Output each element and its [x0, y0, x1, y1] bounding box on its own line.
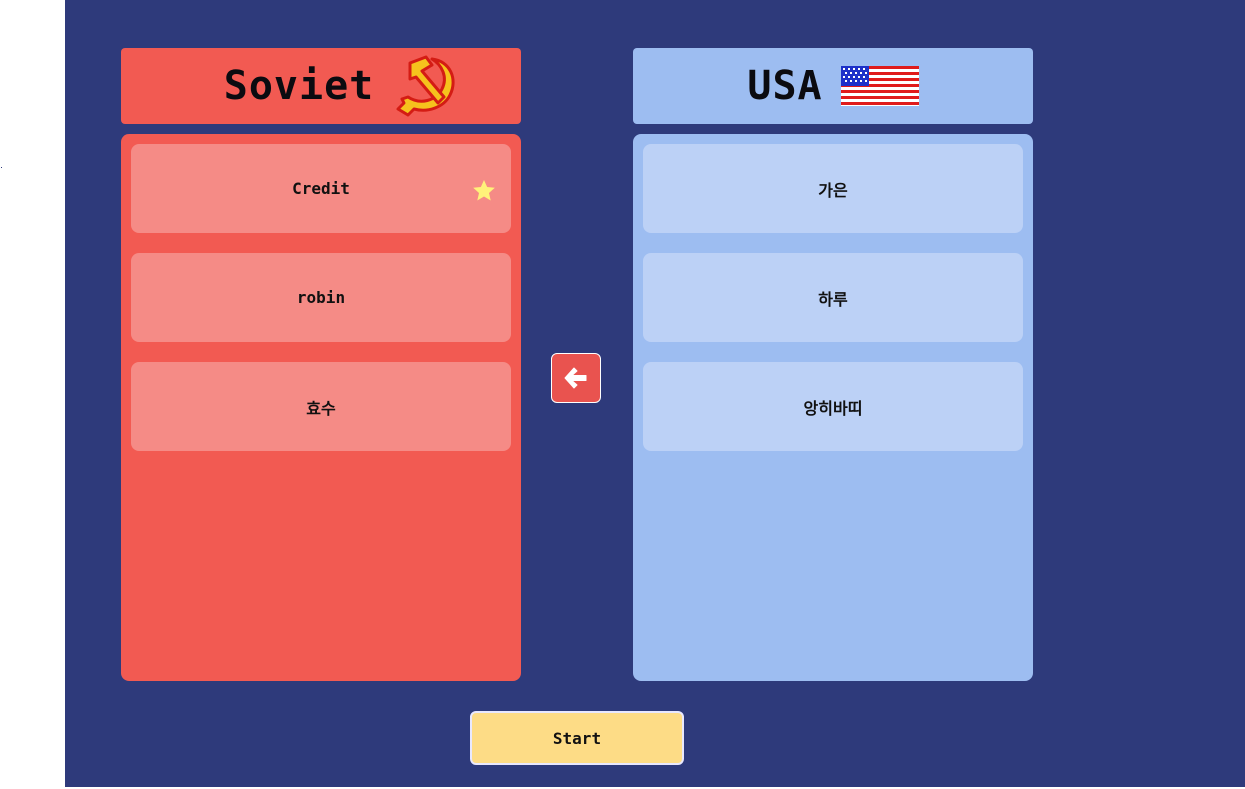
member-card[interactable]: 하루 [643, 253, 1023, 342]
usa-team-header: USA [633, 48, 1033, 124]
member-name: robin [296, 288, 346, 307]
hammer-sickle-icon [396, 55, 455, 117]
usa-team-name: USA [747, 63, 823, 109]
edge-dot [1, 167, 2, 168]
member-name: Credit [292, 179, 350, 198]
start-button[interactable]: Start [470, 711, 684, 765]
arrow-left-icon [564, 367, 587, 389]
game-stage: Soviet USA Credit robin 효수 가은 하루 앙히바띠 St… [65, 0, 1245, 787]
move-to-soviet-button[interactable] [551, 353, 601, 403]
member-card[interactable]: Credit [131, 144, 511, 233]
member-card[interactable]: 가은 [643, 144, 1023, 233]
soviet-team-panel: Credit robin 효수 [121, 134, 521, 681]
member-name: 하루 [818, 289, 848, 309]
usa-team-panel: 가은 하루 앙히바띠 [633, 134, 1033, 681]
member-name: 효수 [306, 398, 336, 418]
member-name: 앙히바띠 [803, 398, 863, 418]
member-name: 가은 [818, 180, 848, 200]
us-flag-icon [840, 66, 919, 106]
soviet-team-name: Soviet [223, 63, 375, 109]
star-icon [473, 179, 495, 201]
soviet-team-header: Soviet [121, 48, 521, 124]
member-card[interactable]: 앙히바띠 [643, 362, 1023, 451]
member-card[interactable]: 효수 [131, 362, 511, 451]
member-card[interactable]: robin [131, 253, 511, 342]
